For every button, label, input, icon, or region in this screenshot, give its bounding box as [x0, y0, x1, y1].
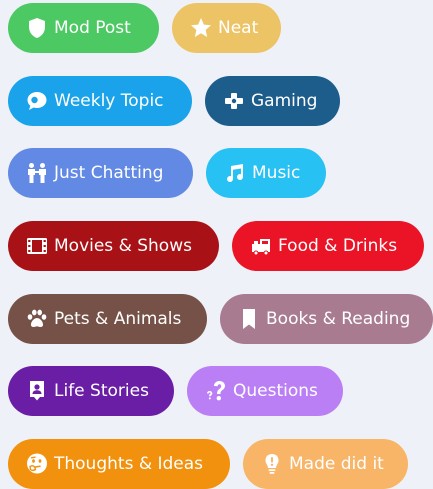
tag-label: Music	[252, 162, 301, 183]
people-icon	[25, 161, 49, 185]
gamepad-icon	[222, 89, 246, 113]
food-truck-icon	[249, 234, 273, 258]
tag-label: Questions	[233, 380, 318, 401]
chat-bubble-icon	[25, 89, 49, 113]
tag-label: Thoughts & Ideas	[54, 453, 204, 474]
tag-life-stories[interactable]: Life Stories	[8, 366, 174, 416]
tag-mod-post[interactable]: Mod Post	[8, 3, 159, 53]
tag-label: Weekly Topic	[54, 90, 164, 111]
tag-books-reading[interactable]: Books & Reading	[220, 294, 433, 344]
exclamation-icon	[260, 452, 284, 476]
tag-weekly-topic[interactable]: Weekly Topic	[8, 76, 192, 126]
tag-label: Mod Post	[54, 17, 131, 38]
bookmark-icon	[237, 307, 261, 331]
paw-icon	[25, 307, 49, 331]
tag-label: Food & Drinks	[278, 235, 398, 256]
tag-food-drinks[interactable]: Food & Drinks	[232, 221, 424, 271]
tag-movies-shows[interactable]: Movies & Shows	[8, 221, 219, 271]
tag-label: Made did it	[289, 453, 384, 474]
tag-neat[interactable]: Neat	[172, 3, 281, 53]
tag-music[interactable]: Music	[206, 148, 326, 198]
tag-label: Pets & Animals	[54, 308, 182, 329]
tag-pets-animals[interactable]: Pets & Animals	[8, 294, 207, 344]
tag-label: Neat	[218, 17, 259, 38]
tag-just-chatting[interactable]: Just Chatting	[8, 148, 193, 198]
tag-gaming[interactable]: Gaming	[205, 76, 340, 126]
tag-questions[interactable]: Questions	[187, 366, 343, 416]
music-note-icon	[223, 161, 247, 185]
tag-label: Books & Reading	[266, 308, 411, 329]
person-card-icon	[25, 379, 49, 403]
tag-label: Gaming	[251, 90, 318, 111]
film-icon	[25, 234, 49, 258]
thinking-face-icon	[25, 452, 49, 476]
shield-icon	[25, 16, 49, 40]
tag-label: Just Chatting	[54, 162, 164, 183]
tag-label: Life Stories	[54, 380, 149, 401]
question-icon	[204, 379, 228, 403]
tag-label: Movies & Shows	[54, 235, 192, 256]
star-icon	[189, 16, 213, 40]
